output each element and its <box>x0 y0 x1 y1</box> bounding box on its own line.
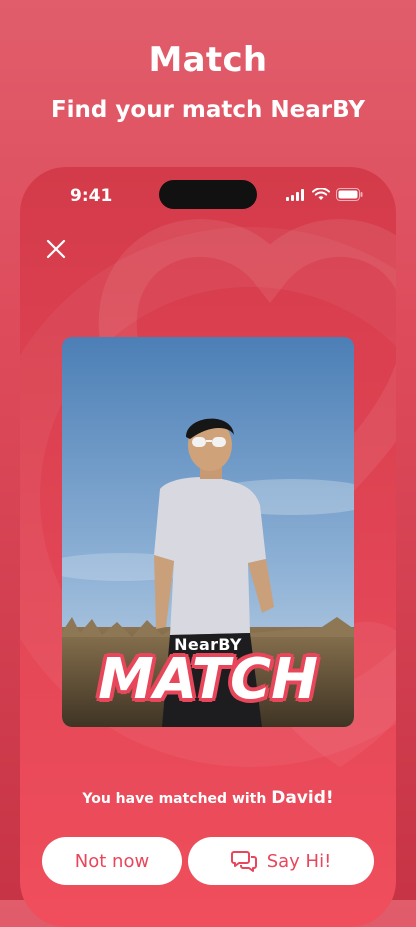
not-now-button[interactable]: Not now <box>42 837 182 885</box>
match-message-text: You have matched with <box>82 791 267 807</box>
status-icons <box>286 188 363 201</box>
match-photo-card: NearBY MATCH <box>62 337 354 727</box>
dynamic-island <box>159 180 257 209</box>
status-time: 9:41 <box>70 186 113 206</box>
signal-icon <box>286 188 304 201</box>
phone-frame: 9:41 NearBY MATCH You have matched with … <box>20 167 396 927</box>
match-headline: MATCH <box>98 647 318 712</box>
say-hi-label: Say Hi! <box>266 850 332 872</box>
say-hi-button[interactable]: Say Hi! <box>188 837 374 885</box>
promo-title: Match <box>148 40 268 80</box>
promo-subtitle: Find your match NearBY <box>50 97 366 123</box>
not-now-label: Not now <box>74 850 150 872</box>
wifi-icon <box>312 188 330 200</box>
match-name: David! <box>271 788 334 808</box>
match-message: You have matched with David! <box>20 788 396 808</box>
close-icon[interactable] <box>44 237 68 261</box>
chat-bubbles-icon <box>230 851 257 872</box>
battery-icon <box>336 188 363 201</box>
